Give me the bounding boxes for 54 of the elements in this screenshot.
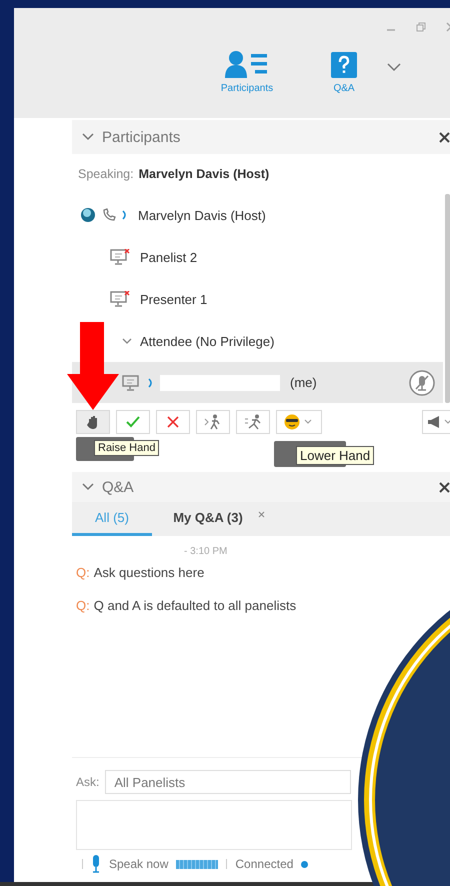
question-prefix: Q: [76,598,90,613]
megaphone-icon [427,415,450,429]
monitor-muted-icon [110,249,130,265]
speaker-name: Marvelyn Davis (Host) [138,167,270,181]
hand-icon [87,415,99,429]
check-icon [126,416,140,428]
monitor-muted-icon [110,291,130,307]
phone-icon [102,208,116,222]
cross-button[interactable] [156,410,190,434]
audio-meter [176,860,218,868]
monitor-icon [122,374,142,390]
question-text: Ask questions here [94,565,204,580]
speaking-label: Speaking: [78,167,134,181]
walking-person-icon [204,414,222,430]
globe-icon [80,207,96,223]
scrollbar[interactable] [445,194,450,403]
participant-row[interactable]: Panelist 2 [72,236,443,278]
connection-status: Connected [235,857,294,871]
cross-icon [167,416,179,428]
slow-button[interactable] [196,410,230,434]
hand-button[interactable] [76,410,110,434]
chevron-icon[interactable] [82,133,94,141]
question-prefix: Q: [76,565,90,580]
mic-muted-icon [409,370,435,396]
question-icon [331,52,357,78]
participant-row[interactable]: Attendee (No Privilege) [72,320,443,362]
microphone-icon [91,855,101,873]
panel-title: Q&A [102,478,135,496]
tooltip: Lower Hand [296,446,374,465]
participant-row[interactable]: Marvelyn Davis (Host) [72,194,443,236]
participant-row[interactable]: Presenter 1 [72,278,443,320]
check-button[interactable] [116,410,150,434]
ask-label: Ask: [76,775,100,789]
participant-row[interactable]: (me) [72,362,443,403]
speak-label: Speak now [109,857,168,871]
sound-icon [148,378,154,388]
question-input[interactable] [76,800,352,850]
sound-icon [122,210,128,220]
megaphone-button[interactable] [422,410,450,434]
chevron-icon [122,338,132,344]
tooltip: Raise Hand [94,440,160,456]
tab[interactable]: My Q&A (3) [158,502,258,536]
running-person-icon [244,414,262,430]
chevron-icon[interactable] [82,483,94,491]
people-list-icon [225,50,269,78]
smiley-sunglasses-icon [284,414,314,430]
emoji-button[interactable] [276,410,322,434]
chevron-icon[interactable] [387,63,401,72]
panel-title: Participants [102,128,182,146]
status-dot [301,860,308,868]
question-text: Q and A is defaulted to all panelists [94,598,296,613]
timestamp: - 3:10 PM [183,546,228,557]
fast-button[interactable] [236,410,270,434]
recipient-dropdown[interactable]: All Panelists [105,770,352,794]
